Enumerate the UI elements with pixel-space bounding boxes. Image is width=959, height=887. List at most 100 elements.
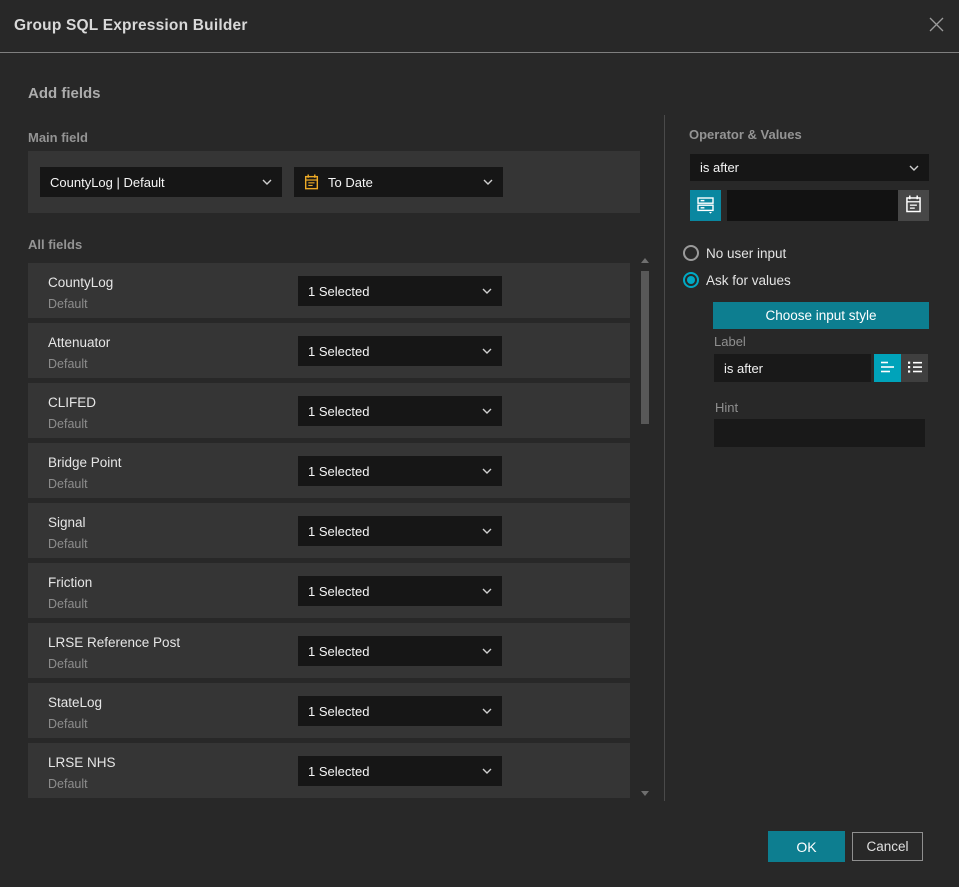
field-subtitle: Default (48, 297, 88, 311)
field-row: Bridge Point Default 1 Selected (28, 443, 630, 498)
choose-input-style-button[interactable]: Choose input style (713, 302, 929, 329)
field-selection-dropdown[interactable]: 1 Selected (298, 696, 502, 726)
field-name: StateLog (48, 695, 103, 710)
group-sql-expression-builder-dialog: Group SQL Expression Builder Add fields … (0, 0, 959, 887)
field-selection-dropdown[interactable]: 1 Selected (298, 396, 502, 426)
chevron-down-icon (482, 648, 492, 654)
field-row: Friction Default 1 Selected (28, 563, 630, 618)
date-field-select[interactable]: To Date (294, 167, 503, 197)
operator-values-heading: Operator & Values (689, 127, 802, 142)
field-selection-value: 1 Selected (308, 463, 370, 479)
bullet-list-icon (907, 360, 923, 377)
chevron-down-icon (482, 348, 492, 354)
field-selection-value: 1 Selected (308, 283, 370, 299)
field-subtitle: Default (48, 417, 88, 431)
no-user-input-radio[interactable] (683, 245, 699, 261)
field-subtitle: Default (48, 537, 88, 551)
no-user-input-label[interactable]: No user input (706, 246, 786, 261)
hint-input[interactable] (714, 419, 925, 447)
ask-for-values-label[interactable]: Ask for values (706, 273, 791, 288)
stacked-values-icon (696, 195, 715, 217)
field-name: Bridge Point (48, 455, 122, 470)
chevron-down-icon (262, 179, 272, 185)
field-selection-dropdown[interactable]: 1 Selected (298, 576, 502, 606)
main-field-select[interactable]: CountyLog | Default (40, 167, 282, 197)
field-selection-dropdown[interactable]: 1 Selected (298, 456, 502, 486)
field-selection-dropdown[interactable]: 1 Selected (298, 756, 502, 786)
close-icon (927, 15, 946, 37)
field-selection-dropdown[interactable]: 1 Selected (298, 636, 502, 666)
chevron-down-icon (482, 768, 492, 774)
all-fields-label: All fields (28, 237, 83, 252)
field-subtitle: Default (48, 777, 88, 791)
single-value-style-button[interactable] (874, 354, 901, 382)
ok-button[interactable]: OK (768, 831, 845, 862)
date-field-select-value: To Date (328, 174, 373, 190)
field-row: Attenuator Default 1 Selected (28, 323, 630, 378)
label-input[interactable] (714, 354, 871, 382)
header-divider (0, 52, 959, 53)
chevron-down-icon (909, 165, 919, 171)
operator-select-value: is after (700, 160, 740, 175)
dialog-title: Group SQL Expression Builder (14, 17, 248, 34)
ask-for-values-radio[interactable] (683, 272, 699, 288)
field-name: CountyLog (48, 275, 114, 290)
cancel-button[interactable]: Cancel (852, 832, 923, 861)
field-name: Attenuator (48, 335, 111, 350)
chevron-down-icon (482, 528, 492, 534)
field-selection-value: 1 Selected (308, 403, 370, 419)
chevron-down-icon (482, 288, 492, 294)
panel-divider (664, 115, 665, 801)
field-row: StateLog Default 1 Selected (28, 683, 630, 738)
scrollbar-down-arrow-icon[interactable] (641, 791, 649, 796)
field-selection-value: 1 Selected (308, 343, 370, 359)
scrollbar-up-arrow-icon[interactable] (641, 258, 649, 263)
field-selection-value: 1 Selected (308, 703, 370, 719)
field-selection-dropdown[interactable]: 1 Selected (298, 276, 502, 306)
field-selection-dropdown[interactable]: 1 Selected (298, 516, 502, 546)
calendar-icon (905, 195, 922, 216)
chevron-down-icon (482, 468, 492, 474)
field-selection-value: 1 Selected (308, 763, 370, 779)
operator-select[interactable]: is after (690, 154, 929, 181)
field-subtitle: Default (48, 597, 88, 611)
field-selection-value: 1 Selected (308, 523, 370, 539)
main-field-panel: CountyLog | Default To Date (28, 151, 640, 213)
field-name: Signal (48, 515, 86, 530)
date-picker-button[interactable] (898, 190, 929, 221)
main-field-label: Main field (28, 130, 88, 145)
field-row: Signal Default 1 Selected (28, 503, 630, 558)
field-row: LRSE NHS Default 1 Selected (28, 743, 630, 798)
label-field-label: Label (714, 334, 746, 349)
all-fields-list: CountyLog Default 1 Selected Attenuator … (28, 263, 630, 798)
field-name: LRSE Reference Post (48, 635, 181, 650)
field-subtitle: Default (48, 657, 88, 671)
field-row: CountyLog Default 1 Selected (28, 263, 630, 318)
fields-scrollbar[interactable] (639, 256, 652, 802)
field-subtitle: Default (48, 717, 88, 731)
calendar-icon (304, 174, 319, 190)
main-field-select-value: CountyLog | Default (50, 174, 165, 190)
chevron-down-icon (482, 588, 492, 594)
field-selection-dropdown[interactable]: 1 Selected (298, 336, 502, 366)
multiple-values-button[interactable] (690, 190, 721, 221)
value-input[interactable] (727, 190, 898, 221)
field-selection-value: 1 Selected (308, 643, 370, 659)
field-row: LRSE Reference Post Default 1 Selected (28, 623, 630, 678)
field-name: CLIFED (48, 395, 97, 410)
field-subtitle: Default (48, 357, 88, 371)
chevron-down-icon (482, 408, 492, 414)
chevron-down-icon (482, 708, 492, 714)
scrollbar-thumb[interactable] (641, 271, 649, 424)
field-subtitle: Default (48, 477, 88, 491)
add-fields-heading: Add fields (28, 85, 101, 102)
align-left-icon (880, 360, 896, 377)
list-style-button[interactable] (901, 354, 928, 382)
close-button[interactable] (921, 12, 951, 40)
field-name: Friction (48, 575, 93, 590)
chevron-down-icon (483, 179, 493, 185)
field-name: LRSE NHS (48, 755, 116, 770)
field-row: CLIFED Default 1 Selected (28, 383, 630, 438)
field-selection-value: 1 Selected (308, 583, 370, 599)
hint-field-label: Hint (715, 400, 739, 415)
